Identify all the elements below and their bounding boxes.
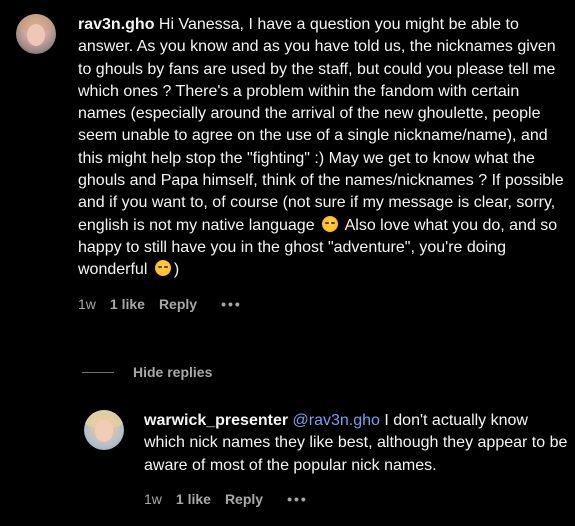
hide-replies-label[interactable]: Hide replies — [133, 364, 212, 380]
comment-body: warwick_presenter @rav3n.gho I don't act… — [144, 410, 568, 507]
more-options-icon[interactable]: ••• — [221, 296, 242, 312]
hide-replies-button[interactable]: Hide replies — [82, 364, 212, 380]
comment-username[interactable]: warwick_presenter — [144, 412, 288, 429]
comment-username[interactable]: rav3n.gho — [78, 16, 154, 33]
avatar[interactable] — [16, 14, 56, 54]
comment-actions: 1w 1 like Reply ••• — [78, 296, 568, 312]
reply-comment-item: warwick_presenter @rav3n.gho I don't act… — [84, 410, 568, 507]
mention-link[interactable]: @rav3n.gho — [293, 412, 380, 429]
comment-text: rav3n.gho Hi Vanessa, I have a question … — [78, 14, 568, 282]
comment-likes[interactable]: 1 like — [110, 296, 145, 312]
comment-item: rav3n.gho Hi Vanessa, I have a question … — [16, 14, 568, 312]
avatar[interactable] — [84, 410, 124, 450]
comment-text-part1: Hi Vanessa, I have a question you might … — [78, 16, 564, 234]
comment-body: rav3n.gho Hi Vanessa, I have a question … — [78, 14, 568, 312]
comment-likes[interactable]: 1 like — [176, 491, 211, 507]
comment-text: warwick_presenter @rav3n.gho I don't act… — [144, 410, 568, 477]
avatar-face — [95, 420, 113, 442]
smiling-face-with-hearts-emoji-icon — [322, 215, 339, 232]
comment-text-part3: ) — [173, 261, 180, 279]
divider-line — [82, 371, 114, 373]
reply-button[interactable]: Reply — [159, 296, 197, 312]
smiling-face-emoji-icon — [154, 260, 171, 277]
comment-time[interactable]: 1w — [144, 491, 162, 507]
comment-actions: 1w 1 like Reply ••• — [144, 491, 568, 507]
more-options-icon[interactable]: ••• — [287, 491, 308, 507]
avatar-face — [27, 24, 45, 46]
reply-button[interactable]: Reply — [225, 491, 263, 507]
comment-time[interactable]: 1w — [78, 296, 96, 312]
